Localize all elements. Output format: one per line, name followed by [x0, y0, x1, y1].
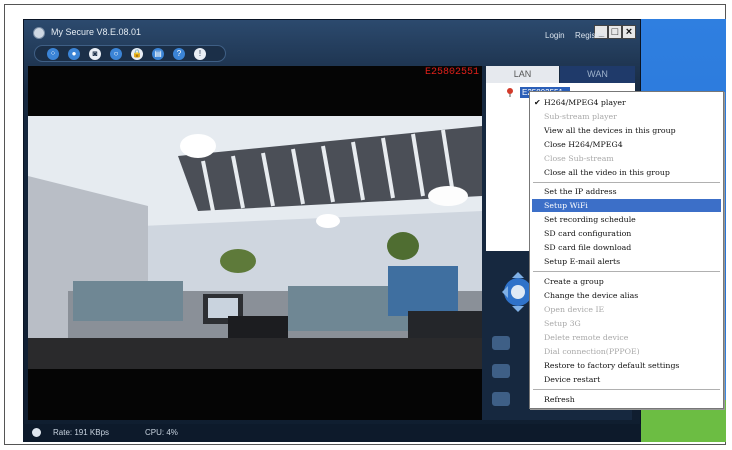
status-rate: Rate: 191 KBps — [53, 428, 110, 437]
camera-feed-image — [28, 116, 482, 369]
menu-item-sd-download[interactable]: SD card file download — [544, 243, 631, 252]
menu-item-close-h264[interactable]: Close H264/MPEG4 — [544, 140, 623, 149]
video-device-id: E25802551 — [424, 67, 479, 78]
menu-item-email-alerts[interactable]: Setup E-mail alerts — [544, 257, 620, 266]
menu-item-setup-wifi[interactable]: Setup WiFi — [544, 201, 588, 210]
login-link[interactable]: Login — [545, 31, 565, 40]
menu-item-recording-schedule[interactable]: Set recording schedule — [544, 215, 636, 224]
menu-item-dial-pppoe[interactable]: Dial connection(PPPOE) — [544, 347, 640, 356]
menu-item-view-group[interactable]: View all the devices in this group — [544, 126, 676, 135]
play-control-icon[interactable] — [492, 392, 510, 406]
menu-item-create-group[interactable]: Create a group — [544, 277, 604, 286]
snapshot-icon[interactable]: ◙ — [89, 48, 101, 60]
speed-control-icon[interactable] — [492, 364, 510, 378]
camera-grid-icon[interactable]: ⁘ — [47, 48, 59, 60]
menu-item-close-substream[interactable]: Close Sub-stream — [544, 154, 614, 163]
status-bar: Rate: 191 KBps CPU: 4% — [23, 424, 641, 442]
info-icon[interactable]: ! — [194, 48, 206, 60]
menu-separator — [533, 389, 720, 390]
lock-icon[interactable]: 🔒 — [131, 48, 143, 60]
menu-item-h264-player[interactable]: H264/MPEG4 player — [544, 98, 626, 107]
menu-item-substream-player[interactable]: Sub-stream player — [544, 112, 617, 121]
menu-item-open-ie[interactable]: Open device IE — [544, 305, 604, 314]
status-cpu: CPU: 4% — [145, 428, 178, 437]
menu-separator — [533, 271, 720, 272]
menu-item-setup-3g[interactable]: Setup 3G — [544, 319, 581, 328]
save-icon[interactable]: ▤ — [152, 48, 164, 60]
menu-item-factory-reset[interactable]: Restore to factory default settings — [544, 361, 679, 370]
device-pin-icon — [507, 88, 513, 97]
toolbar: ⁘ ● ◙ ○ 🔒 ▤ ? ! — [34, 45, 226, 62]
register-link[interactable]: Register — [575, 31, 605, 40]
video-view[interactable]: E25802551 — [28, 66, 482, 420]
menu-item-device-restart[interactable]: Device restart — [544, 375, 600, 384]
tab-lan[interactable]: LAN — [486, 66, 559, 83]
close-button[interactable]: × — [622, 25, 636, 39]
record-icon[interactable]: ● — [68, 48, 80, 60]
menu-item-refresh[interactable]: Refresh — [544, 395, 575, 404]
help-icon[interactable]: ? — [173, 48, 185, 60]
context-menu: ✔ H264/MPEG4 player Sub-stream player Vi… — [529, 91, 724, 409]
status-info-icon — [32, 428, 41, 437]
menu-separator — [533, 182, 720, 183]
menu-item-close-all-video[interactable]: Close all the video in this group — [544, 168, 670, 177]
menu-item-change-alias[interactable]: Change the device alias — [544, 291, 638, 300]
snapshot-control-icon[interactable] — [492, 336, 510, 350]
search-icon[interactable]: ○ — [110, 48, 122, 60]
app-icon — [33, 27, 45, 39]
menu-item-delete-device[interactable]: Delete remote device — [544, 333, 628, 342]
tab-wan[interactable]: WAN — [560, 66, 635, 83]
menu-item-set-ip[interactable]: Set the IP address — [544, 187, 617, 196]
check-icon: ✔ — [534, 98, 541, 107]
maximize-button[interactable]: □ — [608, 25, 622, 39]
window-title: My Secure V8.E.08.01 — [51, 27, 142, 37]
menu-item-sd-config[interactable]: SD card configuration — [544, 229, 631, 238]
